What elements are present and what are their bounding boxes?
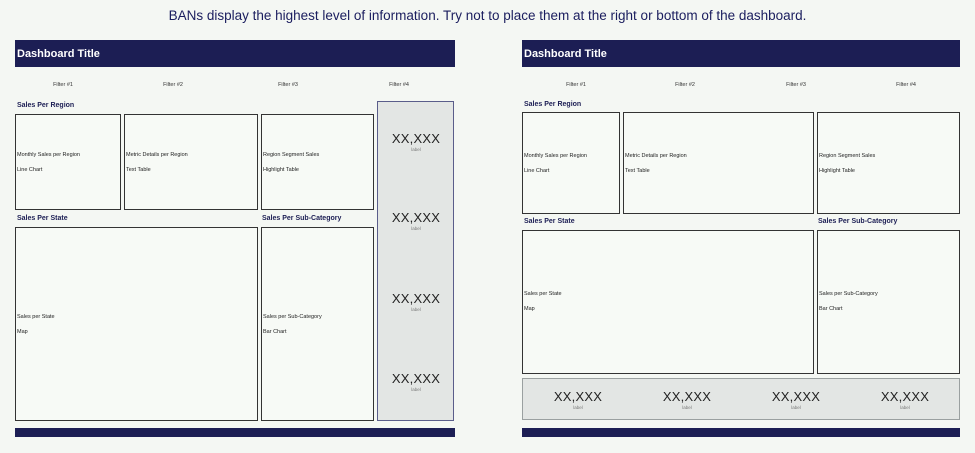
ban-label: label — [791, 405, 801, 410]
filter-4[interactable]: Filter #4 — [876, 82, 936, 88]
dashboard-title: Dashboard Title — [15, 40, 455, 67]
box-title: Monthly Sales per Region — [524, 153, 587, 159]
ban-2: XX,XXX label — [376, 210, 456, 231]
ban-label: label — [411, 147, 421, 152]
ban-value: XX,XXX — [771, 389, 821, 404]
ban-label: label — [411, 226, 421, 231]
box-type: Map — [17, 329, 28, 335]
dashboard-footer — [15, 428, 455, 437]
sales-per-subcategory-box: Sales per Sub-Category Bar Chart — [817, 230, 960, 374]
filter-1[interactable]: Filter #1 — [546, 82, 606, 88]
box-type: Text Table — [625, 168, 650, 174]
ban-value: XX,XXX — [662, 389, 712, 404]
box-title: Monthly Sales per Region — [17, 152, 80, 158]
ban-label: label — [411, 307, 421, 312]
box-title: Sales per State — [524, 291, 562, 297]
ban-value: XX,XXX — [391, 131, 441, 146]
ban-value: XX,XXX — [391, 291, 441, 306]
ban-3: XX,XXX label — [756, 389, 836, 410]
region-segment-box: Region Segment Sales Highlight Table — [261, 114, 374, 210]
filter-3[interactable]: Filter #3 — [766, 82, 826, 88]
section-sales-per-state: Sales Per State — [524, 218, 575, 225]
sales-per-subcategory-box: Sales per Sub-Category Bar Chart — [261, 227, 374, 421]
box-title: Sales per Sub-Category — [263, 314, 322, 320]
section-sales-per-subcategory: Sales Per Sub-Category — [262, 215, 342, 222]
ban-4: XX,XXX label — [865, 389, 945, 410]
filter-4[interactable]: Filter #4 — [369, 82, 429, 88]
section-sales-per-region: Sales Per Region — [524, 101, 582, 108]
box-type: Bar Chart — [819, 306, 843, 312]
filter-3[interactable]: Filter #3 — [258, 82, 318, 88]
monthly-sales-box: Monthly Sales per Region Line Chart — [522, 112, 620, 214]
section-sales-per-subcategory: Sales Per Sub-Category — [818, 218, 898, 225]
dashboard-bans-bottom: Dashboard Title Filter #1 Filter #2 Filt… — [522, 40, 960, 437]
ban-1: XX,XXX label — [376, 131, 456, 152]
region-segment-box: Region Segment Sales Highlight Table — [817, 112, 960, 214]
box-title: Region Segment Sales — [263, 152, 320, 158]
dashboard-title: Dashboard Title — [522, 40, 960, 67]
box-title: Sales per State — [17, 314, 55, 320]
sales-per-state-box: Sales per State Map — [522, 230, 814, 374]
box-type: Line Chart — [524, 168, 550, 174]
ban-value: XX,XXX — [880, 389, 930, 404]
box-type: Text Table — [126, 167, 151, 173]
box-type: Highlight Table — [819, 168, 855, 174]
filter-2[interactable]: Filter #2 — [143, 82, 203, 88]
monthly-sales-box: Monthly Sales per Region Line Chart — [15, 114, 121, 210]
metric-details-box: Metric Details per Region Text Table — [124, 114, 258, 210]
ban-panel-horizontal: XX,XXX label XX,XXX label XX,XXX label X… — [522, 378, 960, 420]
box-title: Metric Details per Region — [126, 152, 188, 158]
sales-per-state-box: Sales per State Map — [15, 227, 258, 421]
filter-1[interactable]: Filter #1 — [33, 82, 93, 88]
box-type: Map — [524, 306, 535, 312]
ban-1: XX,XXX label — [538, 389, 618, 410]
dashboard-footer — [522, 428, 960, 437]
ban-panel-vertical: XX,XXX label XX,XXX label XX,XXX label X… — [377, 101, 454, 421]
filter-2[interactable]: Filter #2 — [655, 82, 715, 88]
ban-value: XX,XXX — [391, 371, 441, 386]
section-sales-per-region: Sales Per Region — [17, 102, 75, 109]
section-sales-per-state: Sales Per State — [17, 215, 68, 222]
metric-details-box: Metric Details per Region Text Table — [623, 112, 814, 214]
ban-value: XX,XXX — [391, 210, 441, 225]
ban-label: label — [411, 387, 421, 392]
box-type: Highlight Table — [263, 167, 299, 173]
box-title: Metric Details per Region — [625, 153, 687, 159]
ban-3: XX,XXX label — [376, 291, 456, 312]
box-type: Bar Chart — [263, 329, 287, 335]
box-type: Line Chart — [17, 167, 43, 173]
ban-label: label — [900, 405, 910, 410]
slide-caption: BANs display the highest level of inform… — [168, 8, 807, 23]
box-title: Sales per Sub-Category — [819, 291, 878, 297]
ban-label: label — [573, 405, 583, 410]
ban-label: label — [682, 405, 692, 410]
ban-2: XX,XXX label — [647, 389, 727, 410]
ban-4: XX,XXX label — [376, 371, 456, 392]
ban-value: XX,XXX — [553, 389, 603, 404]
dashboard-bans-right: Dashboard Title Filter #1 Filter #2 Filt… — [15, 40, 455, 437]
box-title: Region Segment Sales — [819, 153, 876, 159]
